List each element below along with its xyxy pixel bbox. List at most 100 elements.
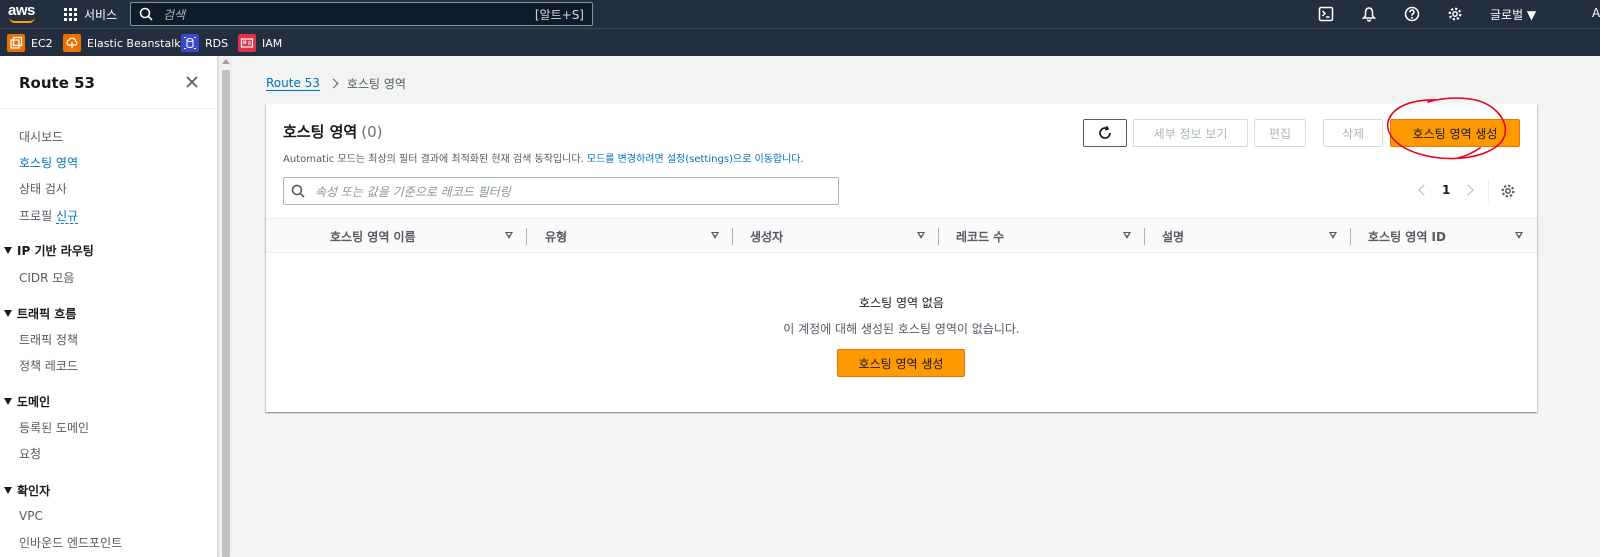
column-separator[interactable] <box>1144 228 1145 245</box>
scrollbar-thumb[interactable] <box>222 70 230 557</box>
sidebar-group-resolver[interactable]: 확인자 <box>4 482 50 499</box>
favorite-rds[interactable]: RDS <box>181 34 228 52</box>
refresh-button[interactable] <box>1083 119 1127 147</box>
column-header-type[interactable]: 유형 <box>545 228 567 245</box>
sidebar-group-ip-routing[interactable]: IP 기반 라우팅 <box>4 242 94 259</box>
column-header-created-by[interactable]: 생성자 <box>750 228 783 245</box>
services-label: 서비스 <box>84 7 118 22</box>
close-icon[interactable] <box>184 74 200 90</box>
aws-smile-icon <box>9 17 35 23</box>
caret-down-icon <box>4 310 12 317</box>
sidebar-item-policy-records[interactable]: 정책 레코드 <box>19 357 78 374</box>
sidebar-item-label: 프로필 <box>19 209 53 223</box>
sidebar-item-dashboard[interactable]: 대시보드 <box>19 128 63 145</box>
column-separator[interactable] <box>732 228 733 245</box>
favorite-iam[interactable]: IAM <box>238 34 282 52</box>
sidebar-item-cidr-collections[interactable]: CIDR 모음 <box>19 269 74 286</box>
breadcrumb-current: 호스팅 영역 <box>346 77 406 91</box>
caret-down-icon <box>4 247 12 254</box>
cloudshell-icon[interactable] <box>1318 6 1334 22</box>
sort-caret-icon[interactable] <box>1515 232 1523 239</box>
search-placeholder: 검색 <box>163 7 186 22</box>
column-header-record-count[interactable]: 레코드 수 <box>956 228 1004 245</box>
breadcrumb-route53-link[interactable]: Route 53 <box>266 76 320 91</box>
column-separator[interactable] <box>526 228 527 245</box>
favorite-label: EC2 <box>31 36 53 50</box>
rds-icon <box>181 34 199 52</box>
favorite-elastic-beanstalk[interactable]: Elastic Beanstalk <box>63 34 181 52</box>
edit-button[interactable]: 편집 <box>1254 119 1306 147</box>
filter-placeholder: 속성 또는 값을 기준으로 레코드 필터링 <box>315 184 511 199</box>
column-header-description[interactable]: 설명 <box>1162 228 1184 245</box>
pagination: 1 <box>1418 183 1475 197</box>
search-shortcut-hint: [알트+S] <box>534 7 584 22</box>
search-icon <box>291 184 305 198</box>
scroll-up-arrow-icon[interactable] <box>222 59 230 64</box>
elastic-beanstalk-icon <box>63 34 81 52</box>
notifications-bell-icon[interactable] <box>1361 6 1377 22</box>
sidebar-item-requests[interactable]: 요청 <box>19 445 41 462</box>
empty-state-create-button[interactable]: 호스팅 영역 생성 <box>837 349 965 377</box>
region-selector[interactable]: 글로벌 ▼ <box>1490 6 1536 23</box>
preferences-gear-icon[interactable] <box>1500 183 1516 199</box>
sort-caret-icon[interactable] <box>917 232 925 239</box>
new-badge: 신규 <box>56 209 79 224</box>
sidebar-divider <box>0 108 217 109</box>
sidebar-item-profiles[interactable]: 프로필 신규 <box>19 207 79 224</box>
empty-state-title: 호스팅 영역 없음 <box>859 296 944 310</box>
sort-caret-icon[interactable] <box>505 232 513 239</box>
sort-caret-icon[interactable] <box>1123 232 1131 239</box>
refresh-icon <box>1099 125 1111 139</box>
caret-down-icon <box>4 398 12 405</box>
column-header-hosted-zone-id[interactable]: 호스팅 영역 ID <box>1368 228 1446 245</box>
top-navigation: aws 서비스 검색 [알트+S] 글로벌 ▼ A <box>0 0 1600 28</box>
sidebar-group-label: IP 기반 라우팅 <box>17 244 94 258</box>
sidebar: Route 53 대시보드 호스팅 영역 상태 검사 프로필 신규 IP 기반 라… <box>0 56 218 557</box>
hosted-zone-count: (0) <box>361 123 383 141</box>
column-separator[interactable] <box>938 228 939 245</box>
column-header-name[interactable]: 호스팅 영역 이름 <box>330 228 416 245</box>
sidebar-item-registered-domains[interactable]: 등록된 도메인 <box>19 419 89 436</box>
account-menu[interactable]: A <box>1592 6 1600 20</box>
panel-title-text: 호스팅 영역 <box>283 123 358 141</box>
sidebar-group-label: 트래픽 흐름 <box>17 307 77 321</box>
create-hosted-zone-button[interactable]: 호스팅 영역 생성 <box>1390 119 1520 147</box>
settings-link[interactable]: 모드를 변경하려면 설정(settings)으로 이동합니다. <box>587 154 804 165</box>
caret-down-icon <box>4 487 12 494</box>
search-icon <box>139 7 153 21</box>
sidebar-group-domains[interactable]: 도메인 <box>4 393 50 410</box>
favorite-label: Elastic Beanstalk <box>87 36 181 50</box>
favorite-label: RDS <box>205 36 229 50</box>
favorite-ec2[interactable]: EC2 <box>7 34 53 52</box>
ec2-icon <box>7 34 25 52</box>
column-separator[interactable] <box>1350 228 1351 245</box>
current-page-number[interactable]: 1 <box>1442 183 1450 197</box>
pagination-divider <box>1488 180 1489 202</box>
filter-search-input[interactable]: 속성 또는 값을 기준으로 레코드 필터링 <box>283 177 839 205</box>
sort-caret-icon[interactable] <box>711 232 719 239</box>
panel-title: 호스팅 영역 (0) <box>283 121 382 142</box>
sidebar-item-traffic-policies[interactable]: 트래픽 정책 <box>19 331 78 348</box>
sidebar-item-inbound-endpoints[interactable]: 인바운드 엔드포인트 <box>19 534 122 551</box>
sidebar-group-label: 확인자 <box>17 484 51 498</box>
aws-logo[interactable]: aws <box>8 2 38 26</box>
empty-state-description: 이 계정에 대해 생성된 호스팅 영역이 없습니다. <box>783 322 1020 336</box>
sidebar-group-traffic-flow[interactable]: 트래픽 흐름 <box>4 305 76 322</box>
sidebar-item-health-checks[interactable]: 상태 검사 <box>19 180 67 197</box>
favorite-label: IAM <box>262 36 283 50</box>
view-details-button[interactable]: 세부 정보 보기 <box>1133 119 1248 147</box>
global-search-input[interactable]: 검색 [알트+S] <box>130 2 593 26</box>
previous-page-icon[interactable] <box>1418 184 1430 196</box>
sort-caret-icon[interactable] <box>1329 232 1337 239</box>
help-icon[interactable] <box>1404 6 1420 22</box>
favorites-bar: EC2 Elastic Beanstalk RDS IAM <box>0 28 1600 56</box>
settings-gear-icon[interactable] <box>1447 6 1463 22</box>
grid-menu-icon <box>64 7 77 21</box>
next-page-icon[interactable] <box>1462 184 1475 196</box>
table-header: 호스팅 영역 이름 유형 생성자 레코드 수 설명 호스팅 영역 ID <box>266 218 1537 253</box>
delete-button[interactable]: 삭제 <box>1323 119 1383 147</box>
sidebar-item-vpcs[interactable]: VPC <box>19 509 43 523</box>
sidebar-scrollbar[interactable] <box>218 56 232 557</box>
services-menu-button[interactable]: 서비스 <box>64 0 117 28</box>
sidebar-item-hosted-zones[interactable]: 호스팅 영역 <box>19 154 78 171</box>
